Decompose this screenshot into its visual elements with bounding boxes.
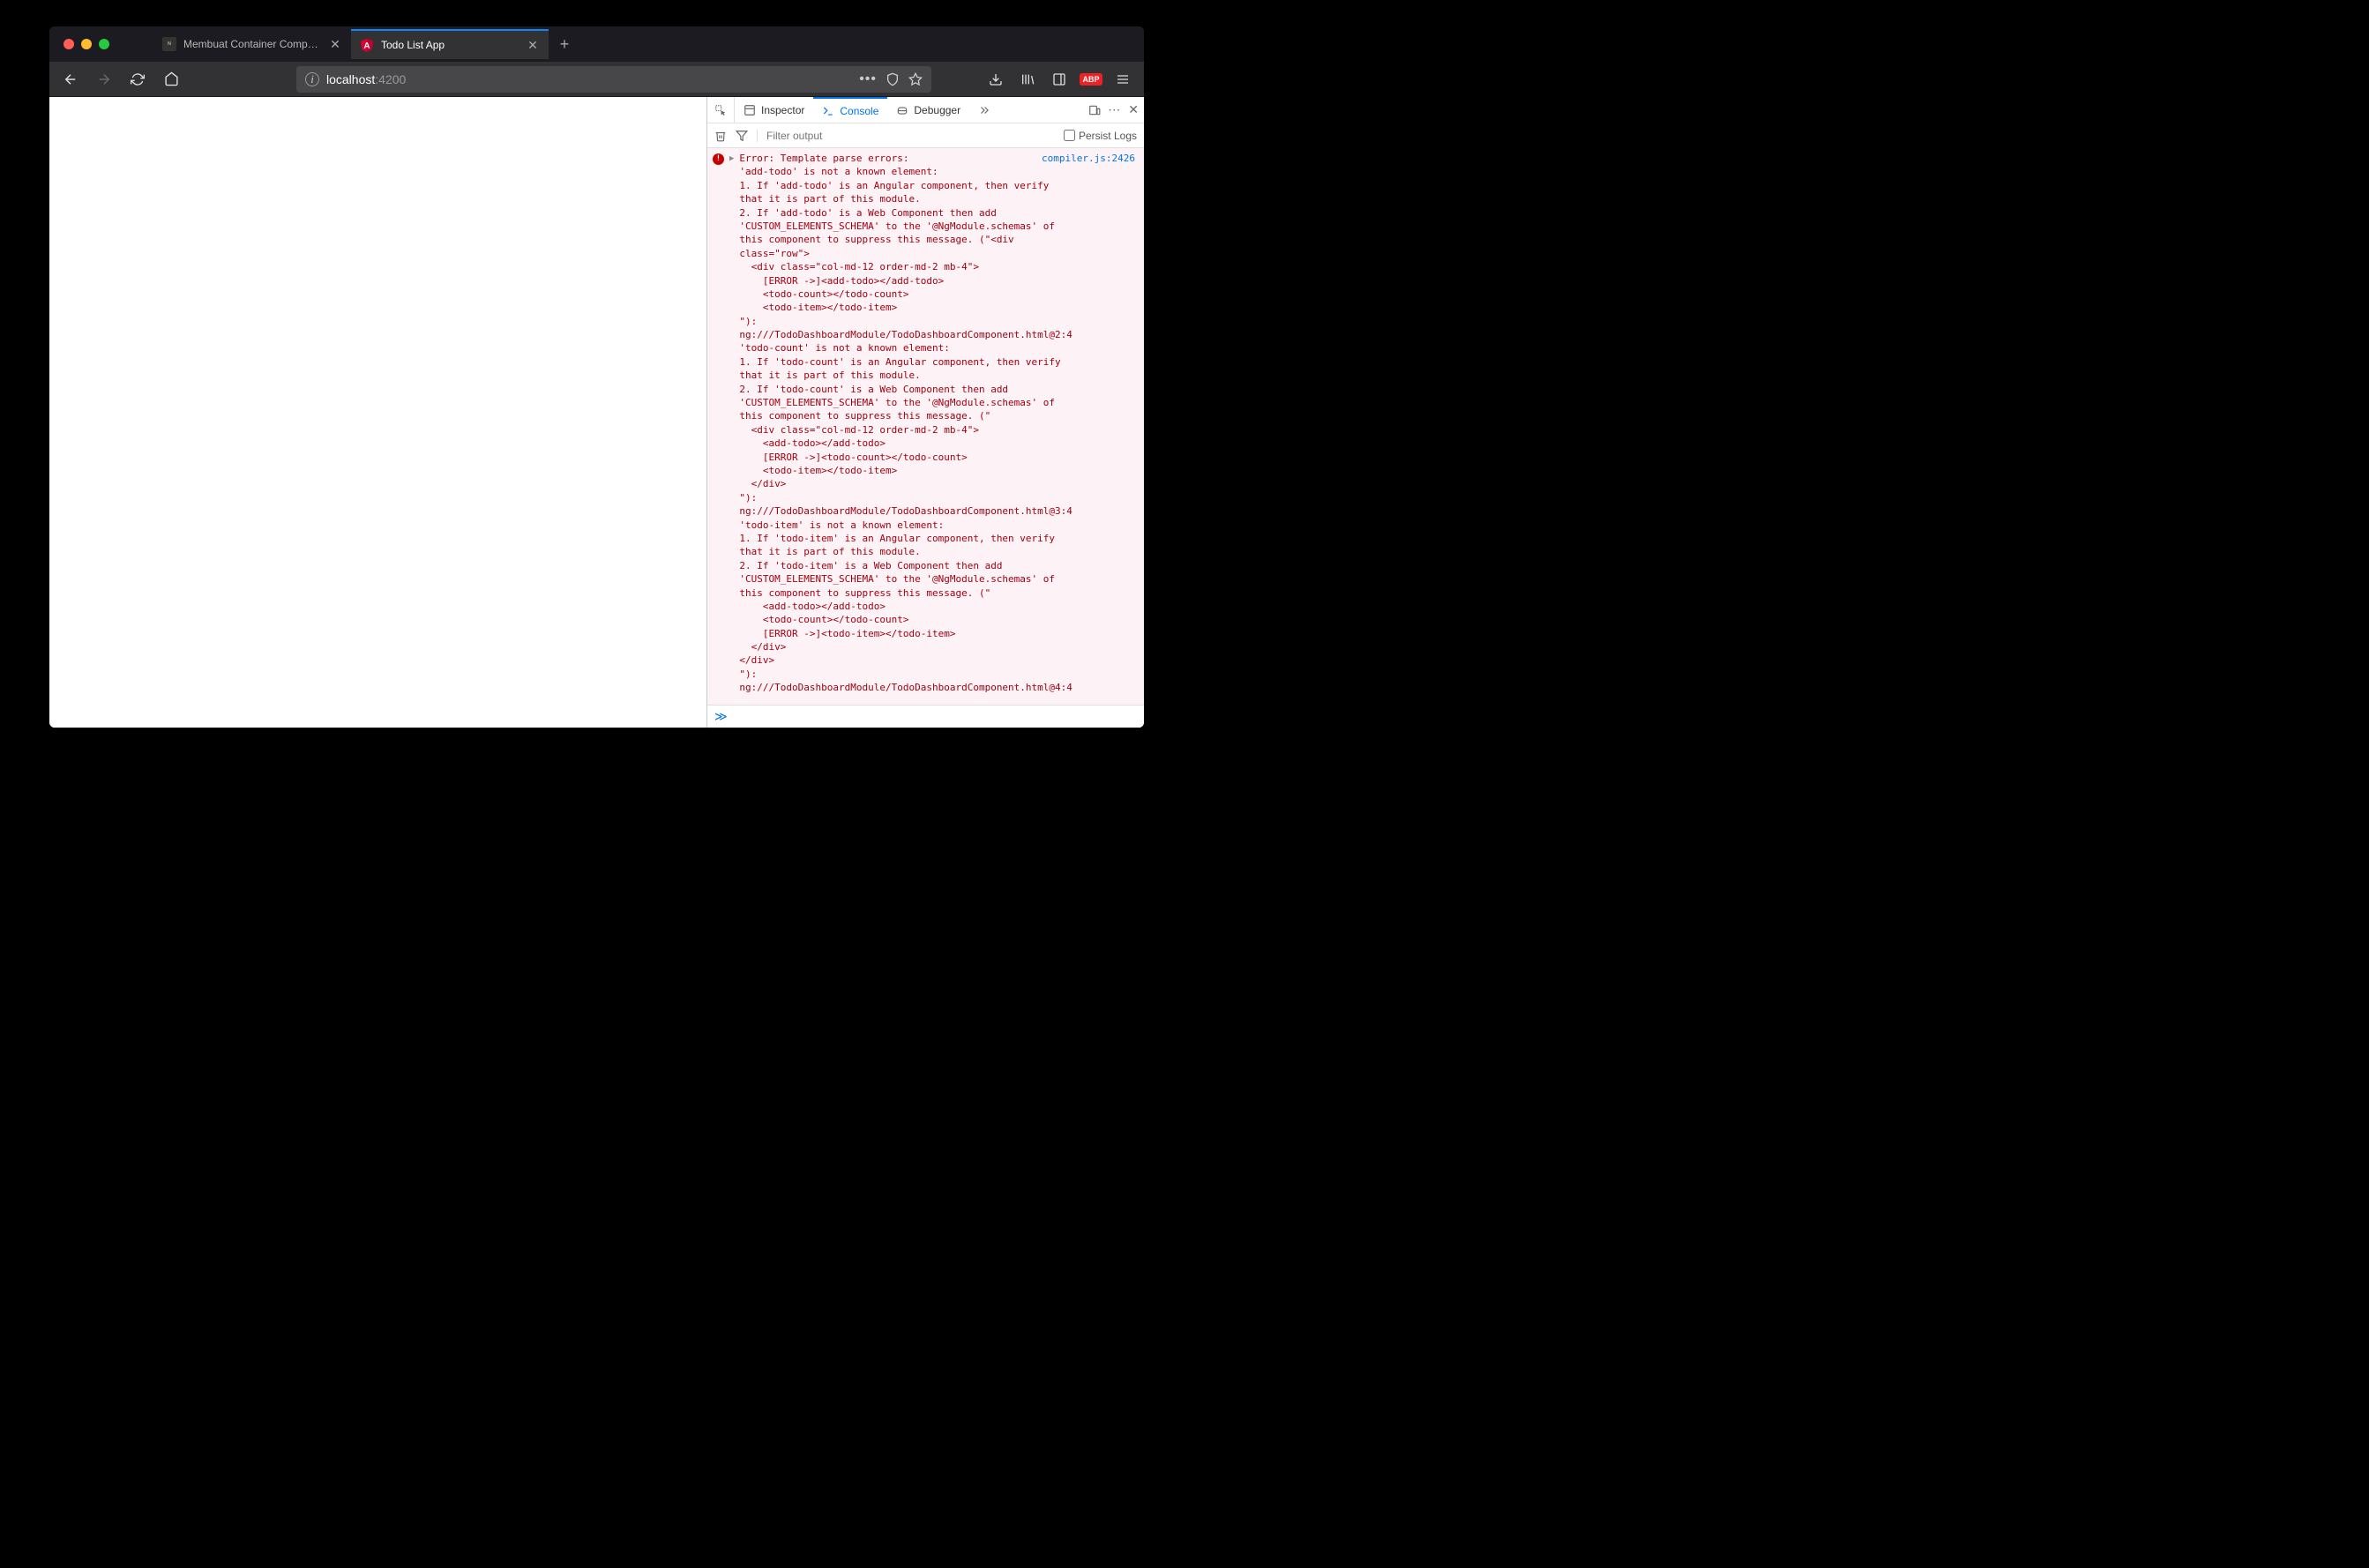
- devtools-menu-icon[interactable]: ⋯: [1108, 102, 1121, 117]
- persist-label: Persist Logs: [1079, 130, 1137, 142]
- inspector-icon: [744, 104, 756, 116]
- tab-label: Inspector: [761, 104, 804, 116]
- persist-logs-checkbox[interactable]: Persist Logs: [1064, 130, 1137, 142]
- devtools-close-icon[interactable]: ✕: [1128, 102, 1139, 117]
- traffic-lights: [58, 39, 118, 49]
- tab-title: Membuat Container Component: [183, 38, 321, 50]
- menu-icon[interactable]: [1109, 65, 1137, 93]
- devtools-tabs: Inspector Console Debugger: [707, 97, 1144, 123]
- bookmark-icon[interactable]: [908, 72, 923, 86]
- tab-close-icon[interactable]: ✕: [328, 37, 342, 51]
- debugger-icon: [896, 104, 908, 116]
- devtools-panel: Inspector Console Debugger: [706, 97, 1144, 728]
- page-viewport: [49, 97, 706, 728]
- site-info-icon[interactable]: i: [305, 72, 319, 86]
- persist-checkbox[interactable]: [1064, 130, 1075, 141]
- back-button[interactable]: [56, 65, 85, 93]
- error-message-text: Error: Template parse errors: 'add-todo'…: [739, 152, 1072, 695]
- window-maximize-button[interactable]: [99, 39, 109, 49]
- error-icon: !: [713, 153, 724, 165]
- responsive-design-icon[interactable]: [1088, 104, 1101, 116]
- console-output[interactable]: compiler.js:2426 ! ▶ Error: Template par…: [707, 148, 1144, 705]
- tracking-protection-icon[interactable]: [886, 72, 900, 86]
- content-area: Inspector Console Debugger: [49, 97, 1144, 728]
- clear-console-icon[interactable]: [714, 130, 727, 142]
- url-actions: •••: [859, 71, 923, 87]
- url-host: localhost: [326, 72, 375, 86]
- filter-icon[interactable]: [736, 130, 758, 142]
- forward-button[interactable]: [90, 65, 118, 93]
- favicon-icon: ᴺ: [162, 37, 176, 51]
- tab-close-icon[interactable]: ✕: [526, 38, 540, 52]
- tab-label: Console: [840, 105, 878, 117]
- downloads-icon[interactable]: [982, 65, 1010, 93]
- reload-button[interactable]: [123, 65, 152, 93]
- angular-favicon-icon: A: [360, 38, 374, 52]
- tab-label: Debugger: [914, 104, 960, 116]
- new-tab-button[interactable]: +: [549, 28, 580, 60]
- element-picker-button[interactable]: [707, 97, 735, 123]
- console-error-entry: ! ▶ Error: Template parse errors: 'add-t…: [713, 152, 1042, 695]
- window-close-button[interactable]: [64, 39, 74, 49]
- library-icon[interactable]: [1013, 65, 1042, 93]
- tab-inspector[interactable]: Inspector: [735, 97, 813, 123]
- url-text: localhost:4200: [326, 72, 852, 86]
- browser-tab-active[interactable]: A Todo List App ✕: [351, 29, 549, 59]
- sidebar-icon[interactable]: [1045, 65, 1073, 93]
- browser-toolbar: i localhost:4200 •••: [49, 62, 1144, 97]
- toolbar-right: ABP: [982, 65, 1137, 93]
- expand-toggle-icon[interactable]: ▶: [729, 153, 734, 695]
- page-actions-icon[interactable]: •••: [859, 71, 877, 87]
- window-minimize-button[interactable]: [81, 39, 92, 49]
- tabs-overflow-icon[interactable]: [969, 97, 999, 123]
- filter-input[interactable]: [766, 130, 1055, 142]
- abp-icon[interactable]: ABP: [1077, 65, 1105, 93]
- home-button[interactable]: [157, 65, 185, 93]
- url-bar[interactable]: i localhost:4200 •••: [296, 66, 931, 93]
- console-input-row[interactable]: ≫: [707, 705, 1144, 728]
- tab-debugger[interactable]: Debugger: [887, 97, 969, 123]
- browser-window: ᴺ Membuat Container Component ✕ A Todo L…: [49, 26, 1144, 728]
- tab-console[interactable]: Console: [813, 97, 887, 123]
- browser-tab-inactive[interactable]: ᴺ Membuat Container Component ✕: [153, 29, 351, 59]
- console-filter-bar: Persist Logs: [707, 123, 1144, 148]
- tab-bar: ᴺ Membuat Container Component ✕ A Todo L…: [49, 26, 1144, 62]
- console-prompt-icon: ≫: [714, 709, 728, 724]
- tab-title: Todo List App: [381, 39, 519, 51]
- svg-text:A: A: [363, 41, 370, 51]
- console-icon: [822, 105, 834, 117]
- url-path: :4200: [375, 72, 406, 86]
